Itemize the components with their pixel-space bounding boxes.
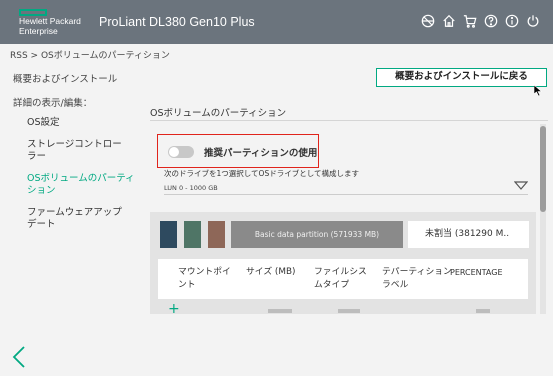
logo-line-1: Hewlett Packard: [19, 16, 81, 26]
cart-icon[interactable]: [462, 13, 478, 29]
partition-area: Basic data partition (571933 MB) 未割当 (38…: [150, 212, 536, 314]
sidebar-item-storage-controller[interactable]: ストレージコントロー ラー: [27, 139, 141, 163]
breadcrumb[interactable]: RSS > OSボリュームのパーティション: [10, 48, 170, 61]
partition-swatch-3[interactable]: [208, 221, 225, 248]
column-percentage: PERCENTAGE: [450, 268, 503, 277]
header-icons: [420, 13, 541, 29]
hpe-logo-mark: [19, 9, 47, 16]
basic-data-partition[interactable]: Basic data partition (571933 MB): [231, 221, 403, 248]
overview-link[interactable]: 概要およびインストール: [13, 71, 117, 85]
mouse-cursor-icon: [534, 85, 542, 96]
panel-scrollbar[interactable]: [540, 124, 546, 314]
drive-select[interactable]: LUN 0 - 1000 GB: [164, 181, 528, 195]
product-name: ProLiant DL380 Gen10 Plus: [99, 15, 255, 29]
column-mount-point: マウントポイ ント: [178, 267, 231, 290]
hpe-logo: Hewlett Packard Enterprise: [19, 9, 81, 36]
partition-table-header: マウントポイ ント サイズ (MB) ファイルシス ムタイプ テパーティション …: [158, 259, 528, 299]
add-partition-icon[interactable]: +: [168, 301, 180, 314]
unallocated-space[interactable]: 未割当 (381290 M..: [408, 221, 529, 248]
drive-select-value: LUN 0 - 1000 GB: [164, 184, 218, 192]
logo-line-2: Enterprise: [19, 26, 58, 36]
sidebar-item-firmware-update[interactable]: ファームウェアアップ デート: [27, 207, 141, 231]
top-header: Hewlett Packard Enterprise ProLiant DL38…: [0, 0, 553, 44]
sidebar-item-os-settings[interactable]: OS設定: [27, 117, 141, 129]
row-percent-field: [476, 309, 490, 313]
partition-swatch-1[interactable]: [160, 221, 177, 248]
toggle-label: 推奨パーティションの使用: [204, 148, 318, 159]
partition-row-partial: [190, 309, 520, 314]
back-to-overview-button[interactable]: 概要およびインストールに戻る: [376, 68, 547, 87]
panel-divider: [150, 120, 548, 121]
sidebar: 詳細の表示/編集： OS設定 ストレージコントロー ラー OSボリュームのパーテ…: [13, 95, 141, 241]
chevron-down-icon[interactable]: [514, 181, 528, 191]
globe-off-icon[interactable]: [420, 13, 436, 29]
back-arrow-icon[interactable]: [12, 346, 26, 368]
row-size-field: [268, 309, 292, 313]
toggle-knob: [169, 147, 179, 157]
info-icon[interactable]: [504, 13, 520, 29]
column-filesystem-type: ファイルシス ムタイプ: [314, 267, 367, 290]
recommended-partition-toggle[interactable]: [168, 146, 194, 158]
recommended-partition-toggle-box: 推奨パーティションの使用: [157, 134, 319, 168]
partition-swatch-2[interactable]: [184, 221, 201, 248]
partition-panel: 推奨パーティションの使用 次のドライブを1つ選択してOSドライブとして構成します…: [150, 124, 536, 314]
scrollbar-thumb[interactable]: [540, 126, 546, 212]
row-fs-field: [338, 309, 360, 313]
column-size: サイズ (MB): [246, 267, 296, 277]
power-icon[interactable]: [525, 13, 541, 29]
drive-help-text: 次のドライブを1つ選択してOSドライブとして構成します: [164, 169, 359, 178]
sidebar-item-os-volume-partition[interactable]: OSボリュームのパーティ ション: [27, 173, 141, 197]
sidebar-title: 詳細の表示/編集：: [13, 98, 93, 109]
help-icon[interactable]: [483, 13, 499, 29]
column-partition-label: テパーティション ラベル: [382, 267, 452, 290]
panel-title: OSボリュームのパーティション: [150, 108, 287, 119]
home-icon[interactable]: [441, 13, 457, 29]
